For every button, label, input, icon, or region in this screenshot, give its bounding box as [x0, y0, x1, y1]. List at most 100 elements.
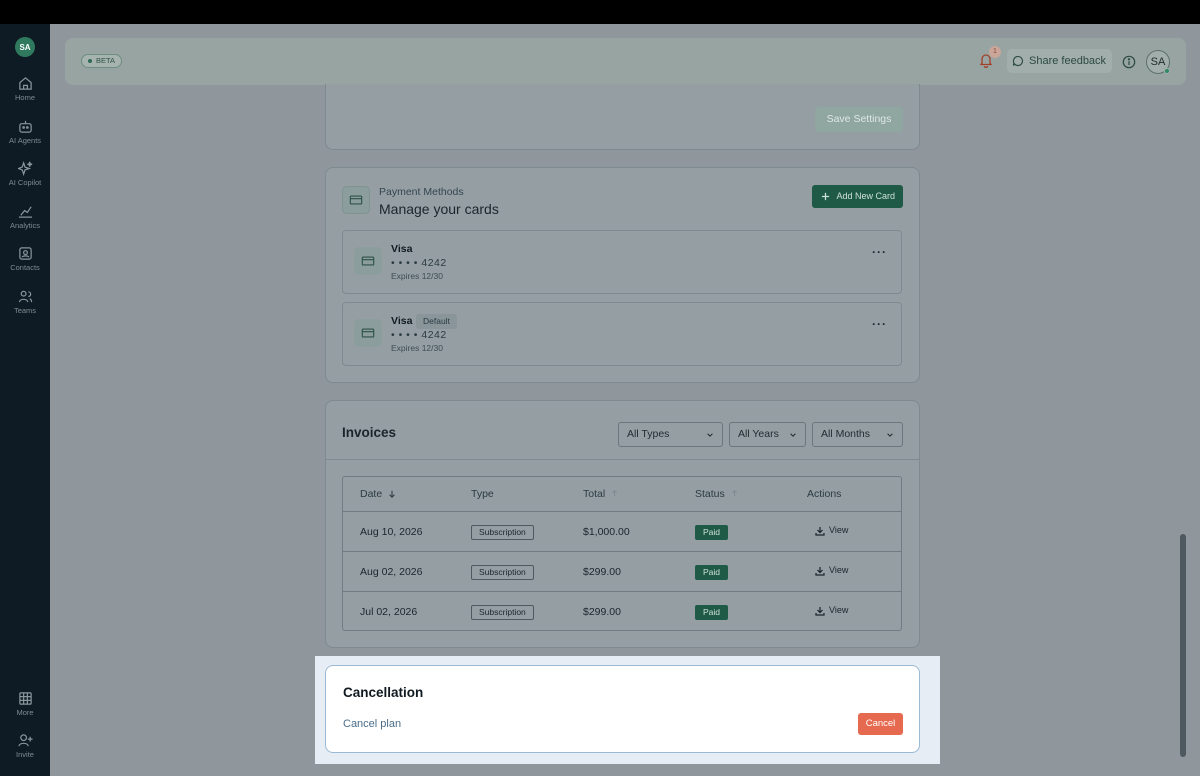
chevron-down-icon — [707, 433, 713, 437]
invoice-status-badge: Paid — [695, 605, 729, 620]
grid-icon — [18, 692, 32, 705]
card-icon-box — [354, 319, 382, 347]
view-label: View — [829, 565, 849, 575]
chevron-down-icon — [887, 433, 893, 437]
column-header-label: Date — [360, 488, 383, 500]
card-options-menu[interactable]: ··· — [872, 245, 887, 259]
share-feedback-button[interactable]: Share feedback — [1007, 49, 1113, 73]
sidebar-item-invite[interactable]: Invite — [0, 733, 50, 759]
sort-up-icon — [731, 490, 737, 497]
sidebar-item-contacts[interactable]: Contacts — [0, 246, 50, 272]
saved-card-item[interactable]: Visa Default • • • • 4242 Expires 12/30 … — [342, 302, 902, 366]
invoice-date: Aug 02, 2026 — [360, 566, 423, 578]
card-options-menu[interactable]: ··· — [872, 317, 887, 331]
month-filter-select[interactable]: All Months — [812, 422, 903, 447]
robot-icon — [18, 120, 32, 133]
invoice-total: $299.00 — [583, 606, 621, 618]
download-icon — [815, 607, 825, 616]
view-invoice-button[interactable]: View — [815, 525, 849, 536]
chevron-down-icon — [790, 433, 796, 437]
sort-down-icon — [389, 490, 395, 498]
sidebar-item-more[interactable]: More — [0, 691, 50, 717]
user-plus-icon — [17, 734, 33, 747]
year-filter-select[interactable]: All Years — [729, 422, 806, 447]
window-top-bar — [0, 0, 1200, 24]
view-invoice-button[interactable]: View — [815, 565, 849, 576]
payment-methods-icon-box — [342, 186, 370, 214]
column-header-actions: Actions — [807, 488, 842, 500]
invoice-total: $299.00 — [583, 566, 621, 578]
download-icon — [815, 527, 825, 536]
info-icon[interactable] — [1122, 55, 1136, 69]
sidebar-item-label: Home — [14, 93, 35, 102]
save-settings-button[interactable]: Save Settings — [815, 107, 903, 132]
column-header-date[interactable]: Date — [360, 488, 396, 500]
credit-card-icon — [361, 256, 375, 266]
download-icon — [815, 567, 825, 576]
table-row: Jul 02, 2026 Subscription $299.00 Paid V… — [343, 592, 901, 630]
cancellation-card: Cancellation Cancel plan Cancel — [325, 665, 920, 753]
user-avatar[interactable]: SA — [1146, 50, 1170, 74]
invoices-title: Invoices — [342, 425, 397, 440]
sort-up-icon — [612, 490, 618, 497]
sidebar-item-ai-copilot[interactable]: AI Copilot — [0, 161, 50, 187]
sidebar-item-label: More — [16, 708, 34, 717]
home-icon — [18, 77, 32, 90]
column-header-total[interactable]: Total — [583, 488, 618, 500]
main-content: BETA 1 Share feedback SA Save Settings P… — [50, 24, 1200, 776]
sidebar-item-label: Contacts — [10, 263, 40, 272]
table-header: Date Type Total Status Actions — [343, 477, 901, 512]
card-expiry: Expires 12/30 — [391, 343, 443, 353]
chart-icon — [18, 206, 32, 218]
sidebar-item-teams[interactable]: Teams — [0, 289, 50, 315]
year-filter-value: All Years — [738, 428, 779, 440]
sparkle-icon — [17, 161, 32, 176]
type-filter-value: All Types — [627, 428, 670, 440]
invoice-type-badge: Subscription — [471, 605, 534, 620]
card-brand: Visa — [391, 315, 413, 327]
sidebar-item-label: Teams — [13, 306, 37, 315]
online-status-dot — [1164, 68, 1170, 74]
invoice-status-badge: Paid — [695, 525, 729, 540]
sidebar-item-home[interactable]: Home — [0, 76, 50, 102]
cancellation-highlight: Cancellation Cancel plan Cancel — [315, 656, 940, 764]
add-new-card-button[interactable]: Add New Card — [812, 185, 903, 208]
column-header-type[interactable]: Type — [471, 488, 494, 500]
sidebar: SA Home AI Agents AI Copilot Analytics C… — [0, 24, 50, 776]
sidebar-item-label: Invite — [16, 750, 34, 759]
sidebar-item-label: Analytics — [9, 221, 40, 230]
column-header-status[interactable]: Status — [695, 488, 738, 500]
view-invoice-button[interactable]: View — [815, 605, 849, 616]
invoice-date: Jul 02, 2026 — [360, 606, 418, 618]
sidebar-item-analytics[interactable]: Analytics — [0, 204, 50, 230]
credit-card-icon — [361, 328, 375, 338]
column-header-label: Status — [695, 488, 725, 500]
cancellation-title: Cancellation — [343, 685, 424, 700]
invoices-card: Invoices All Types All Years All Months … — [325, 400, 920, 648]
invoice-type-badge: Subscription — [471, 525, 534, 540]
invoices-divider — [326, 459, 920, 460]
invoice-status-badge: Paid — [695, 565, 729, 580]
invoice-date: Aug 10, 2026 — [360, 526, 423, 538]
workspace-avatar[interactable]: SA — [15, 37, 35, 57]
month-filter-value: All Months — [821, 428, 871, 440]
column-header-label: Total — [583, 488, 606, 500]
credit-card-icon — [349, 195, 363, 205]
card-icon-box — [354, 247, 382, 275]
cancel-button[interactable]: Cancel — [858, 713, 903, 735]
view-label: View — [829, 525, 849, 535]
default-card-badge: Default — [416, 314, 457, 329]
add-new-card-label: Add New Card — [836, 191, 895, 201]
table-row: Aug 10, 2026 Subscription $1,000.00 Paid… — [343, 512, 901, 552]
saved-card-item[interactable]: Visa • • • • 4242 Expires 12/30 ··· — [342, 230, 902, 294]
card-expiry: Expires 12/30 — [391, 271, 443, 281]
sidebar-item-ai-agents[interactable]: AI Agents — [0, 119, 50, 145]
cancel-plan-link[interactable]: Cancel plan — [343, 718, 401, 730]
invoices-table: Date Type Total Status Actions Aug 10, 2… — [342, 476, 902, 631]
settings-card: Save Settings — [325, 84, 920, 150]
view-label: View — [829, 605, 849, 615]
contact-icon — [18, 247, 32, 260]
scrollbar-thumb[interactable] — [1180, 534, 1186, 757]
type-filter-select[interactable]: All Types — [618, 422, 723, 447]
user-avatar-initials: SA — [1150, 56, 1166, 68]
